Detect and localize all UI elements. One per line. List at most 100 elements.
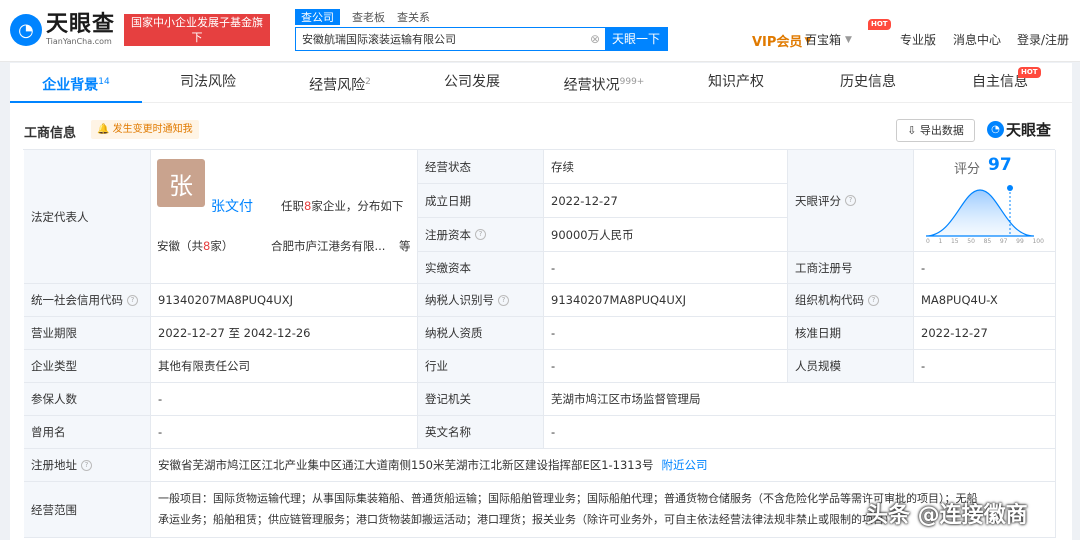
- logo-domain: TianYanCha.com: [46, 37, 112, 46]
- authority-label: 登记机关: [418, 383, 544, 416]
- tab-label: 司法风险: [180, 74, 236, 90]
- official-badge: 国家中小企业发展子基金旗下 官方备案企业征信机构: [124, 14, 270, 59]
- clear-icon[interactable]: ⊗: [585, 28, 605, 50]
- pro-link[interactable]: 专业版: [900, 31, 936, 48]
- industry-label: 行业: [418, 350, 544, 383]
- help-icon[interactable]: ?: [498, 294, 509, 306]
- search-input[interactable]: [296, 28, 585, 50]
- tab-label: 企业背景: [42, 77, 99, 94]
- tab-label: 公司发展: [444, 74, 500, 90]
- tab-judicial-risk[interactable]: 司法风险: [142, 63, 274, 103]
- tab-ip[interactable]: 知识产权: [670, 63, 802, 103]
- approve-date-label: 核准日期: [788, 317, 914, 350]
- brand-logo: ◔ 天眼查: [987, 119, 1051, 140]
- approve-date-value: 2022-12-27: [914, 317, 1056, 350]
- taxid-value: 91340207MA8PUQ4UXJ: [544, 284, 788, 317]
- search-tab-company[interactable]: 查公司: [295, 9, 340, 25]
- messages-link[interactable]: 消息中心: [953, 31, 1001, 48]
- legal-rep-label: 法定代表人: [24, 150, 151, 284]
- tab-label: 知识产权: [708, 74, 764, 90]
- legal-rep-offices: 任职8家企业，分布如下: [281, 199, 404, 213]
- vip-label: VIP会员: [752, 35, 803, 50]
- badge-line-2: 官方备案企业征信机构: [142, 46, 252, 59]
- legal-rep-name[interactable]: 张文付: [211, 196, 253, 216]
- tab-business-risk[interactable]: 经营风险2: [274, 63, 406, 103]
- term-value: 2022-12-27 至 2042-12-26: [151, 317, 418, 350]
- uscc-label: 统一社会信用代码?: [24, 284, 151, 317]
- section-title: 工商信息: [24, 126, 77, 141]
- tab-enterprise-background[interactable]: 企业背景14: [10, 63, 142, 103]
- score-cell: 评分 97 0 1 15 50 85 97 99 100: [914, 150, 1056, 252]
- industry-value: -: [544, 350, 788, 383]
- help-icon[interactable]: ?: [81, 459, 92, 471]
- search-tab-relation[interactable]: 查关系: [397, 9, 430, 25]
- help-icon[interactable]: ?: [868, 294, 879, 306]
- tab-count: 999+: [619, 77, 645, 87]
- site-logo[interactable]: ◔ 天眼查 TianYanCha.com: [10, 14, 115, 46]
- search-button[interactable]: 天眼一下: [605, 28, 667, 50]
- search-box: ⊗ 天眼一下: [295, 27, 668, 51]
- search-tabs: 查公司 查老板 查关系: [295, 9, 442, 25]
- logo-icon: ◔: [987, 121, 1004, 138]
- type-label: 企业类型: [24, 350, 151, 383]
- hot-badge: HOT: [1018, 67, 1041, 78]
- chevron-down-icon: ▼: [845, 34, 852, 45]
- nearby-companies-link[interactable]: 附近公司: [661, 457, 707, 473]
- hot-badge: HOT: [868, 19, 891, 30]
- score-label: 天眼评分?: [788, 150, 914, 252]
- former-name-label: 曾用名: [24, 416, 151, 449]
- notify-button[interactable]: 🔔 发生变更时通知我: [91, 120, 199, 139]
- former-name-value: -: [151, 416, 418, 449]
- badge-line-1: 国家中小企业发展子基金旗下: [131, 16, 263, 44]
- treasure-label: 百宝箱: [805, 33, 842, 47]
- login-link[interactable]: 登录/注册: [1017, 31, 1069, 48]
- logo-text: 天眼查: [46, 12, 116, 37]
- found-date-value: 2022-12-27: [544, 184, 788, 218]
- tab-history[interactable]: 历史信息: [802, 63, 934, 103]
- section-tabs: 企业背景14 司法风险 经营风险2 公司发展 经营状况999+ 知识产权 历史信…: [10, 63, 1072, 103]
- download-icon: ⇩: [907, 124, 917, 137]
- legal-rep-more: 等: [399, 239, 411, 253]
- orgcode-label: 组织机构代码?: [788, 284, 914, 317]
- help-icon[interactable]: ?: [845, 195, 856, 206]
- tax-qual-label: 纳税人资质: [418, 317, 544, 350]
- tab-count: 2: [365, 77, 371, 87]
- search-tab-boss[interactable]: 查老板: [352, 9, 385, 25]
- tab-operation[interactable]: 经营状况999+: [538, 63, 670, 103]
- biz-reg-label: 工商注册号: [788, 252, 914, 284]
- vip-link[interactable]: VIP会员 ▼: [752, 31, 811, 50]
- score-bell-curve: [925, 185, 1035, 237]
- info-table: 法定代表人 张 张文付 任职8家企业，分布如下 安徽（共8家） 合肥市庐江港务有…: [23, 149, 1056, 538]
- tab-label: 经营风险: [309, 77, 366, 94]
- export-button[interactable]: ⇩ 导出数据: [896, 119, 975, 142]
- term-label: 营业期限: [24, 317, 151, 350]
- taxid-label: 纳税人识别号?: [418, 284, 544, 317]
- english-name-label: 英文名称: [418, 416, 544, 449]
- tax-qual-value: -: [544, 317, 788, 350]
- logo-icon: ◔: [10, 14, 42, 46]
- uscc-value: 91340207MA8PUQ4UXJ: [151, 284, 418, 317]
- help-icon[interactable]: ?: [475, 229, 486, 240]
- tab-development[interactable]: 公司发展: [406, 63, 538, 103]
- top-bar: ◔ 天眼查 TianYanCha.com 国家中小企业发展子基金旗下 官方备案企…: [0, 0, 1080, 62]
- avatar: 张: [157, 159, 205, 207]
- address-value: 安徽省芜湖市鸠江区江北产业集中区通江大道南侧150米芜湖市江北新区建设指挥部E区…: [151, 449, 1056, 482]
- type-value: 其他有限责任公司: [151, 350, 418, 383]
- brand-text: 天眼查: [1006, 121, 1052, 139]
- insured-label: 参保人数: [24, 383, 151, 416]
- legal-rep-company[interactable]: 合肥市庐江港务有限...: [271, 238, 385, 254]
- score-caption: 评分: [954, 162, 981, 177]
- help-icon[interactable]: ?: [127, 294, 138, 306]
- status-label: 经营状态: [418, 150, 544, 184]
- tab-label: 经营状况: [563, 77, 620, 94]
- tab-count: 14: [98, 77, 110, 87]
- tab-self-info[interactable]: 自主信息: [934, 63, 1066, 103]
- staff-label: 人员规模: [788, 350, 914, 383]
- authority-value: 芜湖市鸠江区市场监督管理局: [544, 383, 1056, 416]
- legal-rep-region: 安徽（共8家）: [157, 239, 234, 253]
- messages-label: 消息中心: [953, 33, 1002, 47]
- scope-label: 经营范围: [24, 482, 151, 538]
- treasure-box-link[interactable]: 百宝箱 ▼: [805, 31, 852, 48]
- legal-rep-cell: 张 张文付 任职8家企业，分布如下 安徽（共8家） 合肥市庐江港务有限... 等: [151, 150, 418, 284]
- paid-capital-value: -: [544, 252, 788, 284]
